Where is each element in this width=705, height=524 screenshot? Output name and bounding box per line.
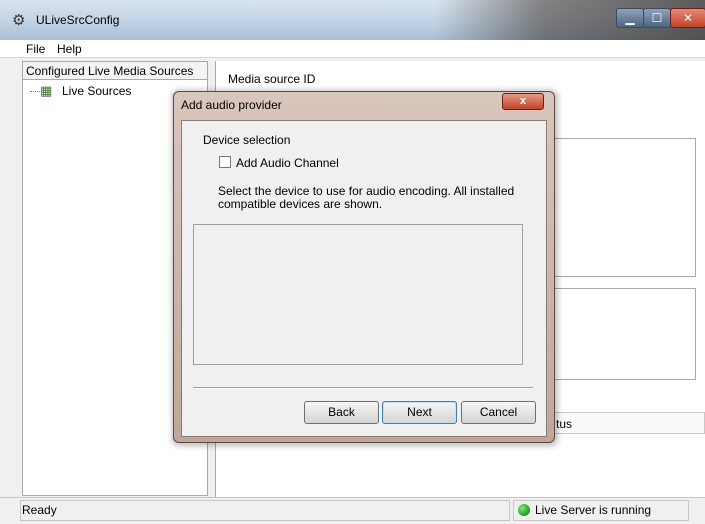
menu-file[interactable]: File [26,42,45,56]
details-box-lower [548,288,696,380]
minimize-button[interactable]: ▁ [616,8,644,28]
tree-item-live-sources[interactable]: Live Sources [62,84,131,98]
dialog-separator [193,387,533,389]
add-audio-channel-label[interactable]: Add Audio Channel [236,156,339,170]
sources-panel-title: Configured Live Media Sources [26,64,194,78]
status-column-label: tus [556,417,573,431]
status-pane-left [20,500,510,521]
status-ready-text: Ready [22,503,57,517]
app-icon: ⚙ [12,12,26,29]
menu-bar [0,40,705,58]
device-description: Select the device to use for audio encod… [218,184,515,211]
server-status-text: Live Server is running [535,503,652,517]
cancel-button[interactable]: Cancel [461,401,536,424]
maximize-button[interactable]: ☐ [643,8,671,28]
server-status-icon [518,504,530,516]
device-list[interactable] [193,224,523,365]
folder-tree-icon: ▦ [40,83,53,98]
device-selection-heading: Device selection [203,133,291,147]
details-box-upper [548,138,696,277]
close-window-button[interactable]: ✕ [670,8,705,28]
media-source-id-label: Media source ID [228,72,316,86]
add-audio-channel-checkbox[interactable] [219,156,231,168]
window-title: ULiveSrcConfig [36,13,120,27]
next-button[interactable]: Next [382,401,457,424]
dialog-close-button[interactable]: x [502,93,544,110]
back-button[interactable]: Back [304,401,379,424]
dialog-title: Add audio provider [181,98,282,112]
menu-help[interactable]: Help [57,42,82,56]
